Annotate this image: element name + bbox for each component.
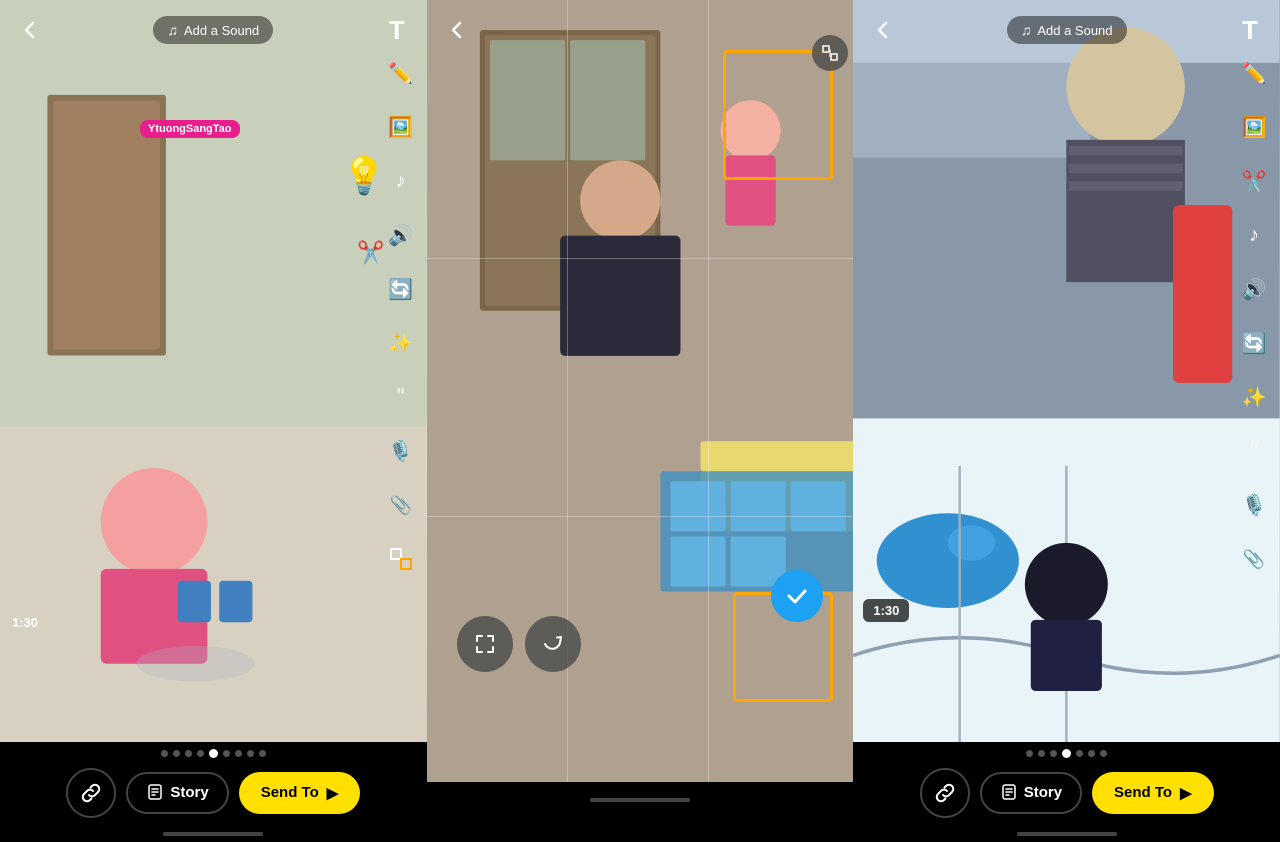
magic-tool[interactable]: ✨ [383, 325, 419, 361]
add-sound-button-right[interactable]: ♫ Add a Sound [1007, 16, 1127, 44]
middle-bottom-indicator [427, 782, 854, 802]
top-bar-middle [427, 0, 854, 60]
send-button-right[interactable]: Send To ▶ [1092, 772, 1214, 814]
crop-tool[interactable] [383, 541, 419, 577]
quote-tool[interactable]: " [383, 379, 419, 415]
right-toolbar-right: ✏️ 🖼️ ✂️ ♪ 🔊 🔄 ✨ " 🎙️ 📎 [1236, 55, 1272, 577]
bottom-indicator-middle [590, 798, 690, 802]
dot-9 [259, 750, 266, 757]
send-arrow-right: ▶ [1180, 784, 1192, 802]
add-sound-button-left[interactable]: ♫ Add a Sound [153, 16, 273, 44]
timeline-dots-left [161, 749, 266, 758]
dot-3 [185, 750, 192, 757]
scissors-sticker: ✂️ [357, 240, 384, 266]
top-bar-right: ♫ Add a Sound T [853, 0, 1280, 60]
bottom-bar-right: Story Send To ▶ [853, 742, 1280, 842]
link-tool-right[interactable]: 📎 [383, 487, 419, 523]
send-label-right: Send To [1114, 784, 1172, 801]
rotate-button[interactable] [525, 616, 581, 672]
dot-5-active [209, 749, 218, 758]
mic-tool-right[interactable]: 🎙️ [1236, 487, 1272, 523]
timer-tool[interactable]: 🔄 [383, 271, 419, 307]
story-button-right[interactable]: Story [980, 772, 1082, 814]
video-area-left: 💡 YtuongSangTao ✂️ ♫ Add a Sound T ✏️ 🖼️… [0, 0, 427, 742]
time-display-right: 1:30 [873, 603, 899, 618]
confirm-button[interactable] [771, 570, 823, 622]
scissors-tool[interactable]: ✂️ [1236, 163, 1272, 199]
volume-tool[interactable]: 🔊 [383, 217, 419, 253]
dot-2 [173, 750, 180, 757]
action-row-right: Story Send To ▶ [865, 768, 1268, 818]
bottom-indicator-right [1017, 832, 1117, 836]
crop-tool-container [383, 541, 419, 577]
dot-r1 [1026, 750, 1033, 757]
dot-1 [161, 750, 168, 757]
dot-r7 [1100, 750, 1107, 757]
grid-line-h2 [427, 516, 854, 517]
volume-tool-right[interactable]: 🔊 [1236, 271, 1272, 307]
send-label-left: Send To [261, 784, 319, 801]
time-left: 1:30 [12, 615, 38, 630]
music-note-icon-right: ♫ [1021, 22, 1032, 38]
quote-tool-right[interactable]: " [1236, 433, 1272, 469]
dot-r4-active [1062, 749, 1071, 758]
dot-r6 [1088, 750, 1095, 757]
sticker-text: YtuongSangTao [140, 120, 240, 138]
expand-button[interactable] [457, 616, 513, 672]
magic-tool-right[interactable]: ✨ [1236, 379, 1272, 415]
phone-panel-middle [427, 0, 854, 842]
dot-7 [235, 750, 242, 757]
text-tool-right[interactable]: T [1232, 12, 1268, 48]
bottom-bar-left: Story Send To ▶ [0, 742, 427, 842]
back-button-left[interactable] [12, 12, 48, 48]
link-tool-right-r[interactable]: 📎 [1236, 541, 1272, 577]
dot-r2 [1038, 750, 1045, 757]
dot-r5 [1076, 750, 1083, 757]
dot-6 [223, 750, 230, 757]
link-button-left[interactable] [66, 768, 116, 818]
grid-line-v2 [708, 0, 709, 782]
mic-tool[interactable]: 🎙️ [383, 433, 419, 469]
action-row-left: Story Send To ▶ [12, 768, 415, 818]
phone-panel-left: 💡 YtuongSangTao ✂️ ♫ Add a Sound T ✏️ 🖼️… [0, 0, 427, 842]
lightbulb-sticker: 💡 [342, 155, 387, 197]
timeline-dots-right [1026, 749, 1107, 758]
music-note-icon: ♫ [167, 22, 178, 38]
music-tool-right[interactable]: ♪ [1236, 217, 1272, 253]
video-area-middle [427, 0, 854, 782]
link-button-right[interactable] [920, 768, 970, 818]
bottom-indicator-left [163, 832, 263, 836]
dot-4 [197, 750, 204, 757]
right-toolbar-left: ✏️ 🖼️ ♪ 🔊 🔄 ✨ " 🎙️ 📎 [383, 55, 419, 577]
grid-line-h1 [427, 258, 854, 259]
dot-r3 [1050, 750, 1057, 757]
send-button-left[interactable]: Send To ▶ [239, 772, 361, 814]
draw-tool[interactable]: ✏️ [383, 55, 419, 91]
music-tool[interactable]: ♪ [383, 163, 419, 199]
dot-8 [247, 750, 254, 757]
sticker-overlay: YtuongSangTao [140, 120, 240, 138]
story-button-left[interactable]: Story [126, 772, 228, 814]
top-bar-left: ♫ Add a Sound T [0, 0, 427, 60]
draw-tool-right[interactable]: ✏️ [1236, 55, 1272, 91]
add-sound-label-left: Add a Sound [184, 23, 259, 38]
crop-selection-top[interactable] [723, 50, 833, 180]
back-button-right[interactable] [865, 12, 901, 48]
sticker-tool-right[interactable]: 🖼️ [1236, 109, 1272, 145]
story-label-left: Story [170, 784, 208, 801]
timestamp-right: 1:30 [863, 599, 909, 622]
video-area-right: 1:30 ♫ Add a Sound T ✏️ 🖼️ ✂️ ♪ 🔊 🔄 ✨ [853, 0, 1280, 742]
edit-buttons-row [457, 616, 581, 672]
add-sound-label-right: Add a Sound [1037, 23, 1112, 38]
sticker-tool[interactable]: 🖼️ [383, 109, 419, 145]
timer-tool-right[interactable]: 🔄 [1236, 325, 1272, 361]
phone-panel-right: 1:30 ♫ Add a Sound T ✏️ 🖼️ ✂️ ♪ 🔊 🔄 ✨ [853, 0, 1280, 842]
story-label-right: Story [1024, 784, 1062, 801]
middle-bottom [427, 782, 854, 842]
text-tool-left[interactable]: T [379, 12, 415, 48]
send-arrow-left: ▶ [327, 784, 339, 802]
back-button-middle[interactable] [439, 12, 475, 48]
